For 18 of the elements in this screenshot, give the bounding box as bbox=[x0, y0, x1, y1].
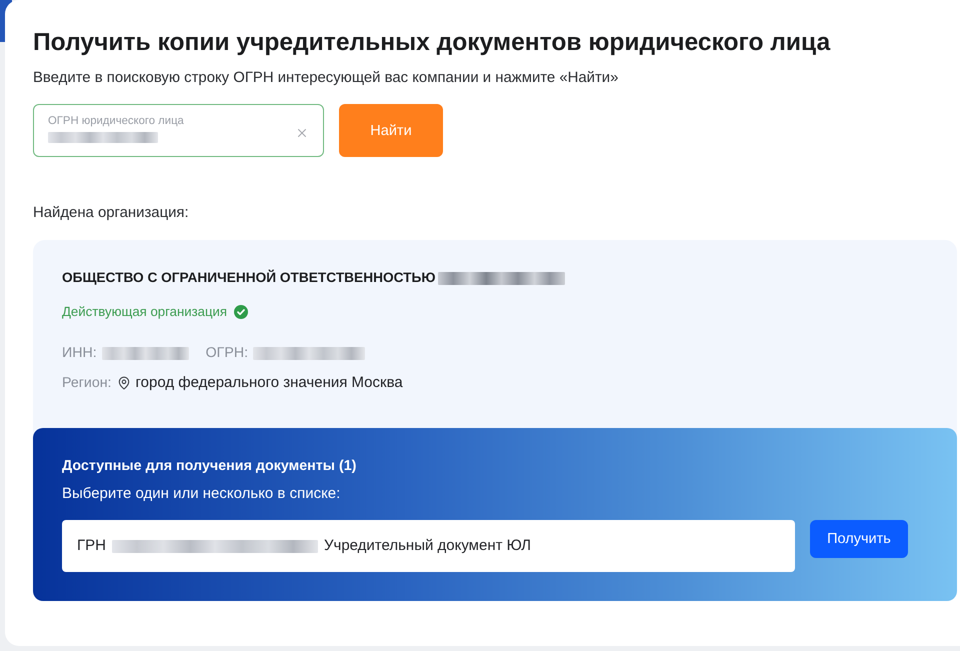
page-subtitle: Введите в поисковую строку ОГРН интересующей вас компании и нажмите «Найти» bbox=[33, 69, 620, 88]
document-list-item[interactable]: ГРН Учредительный документ ЮЛ bbox=[62, 520, 795, 572]
document-prefix: ГРН bbox=[77, 536, 106, 556]
region-label: Регион: bbox=[62, 374, 112, 393]
get-button[interactable]: Получить bbox=[810, 520, 908, 558]
ogrn-input-field[interactable]: ОГРН юридического лица bbox=[33, 104, 324, 157]
organization-name: ОБЩЕСТВО С ОГРАНИЧЕННОЙ ОТВЕТСТВЕННОСТЬЮ bbox=[62, 268, 436, 287]
close-icon[interactable] bbox=[295, 126, 309, 140]
organization-status: Действующая организация bbox=[62, 303, 228, 321]
region-value: город федерального значения Москва bbox=[136, 373, 403, 393]
page-title: Получить копии учредительных документов юридического лица bbox=[33, 28, 832, 58]
field-label: ОГРН: bbox=[206, 344, 248, 363]
field-label: ИНН: bbox=[62, 344, 97, 363]
documents-title: Доступные для получения документы (1) bbox=[62, 457, 358, 476]
map-pin-icon bbox=[116, 376, 130, 390]
result-heading: Найдена организация: bbox=[33, 204, 190, 223]
document-name: Учредительный документ ЮЛ bbox=[324, 536, 531, 556]
documents-hint: Выберите один или несколько в списке: bbox=[62, 484, 342, 504]
